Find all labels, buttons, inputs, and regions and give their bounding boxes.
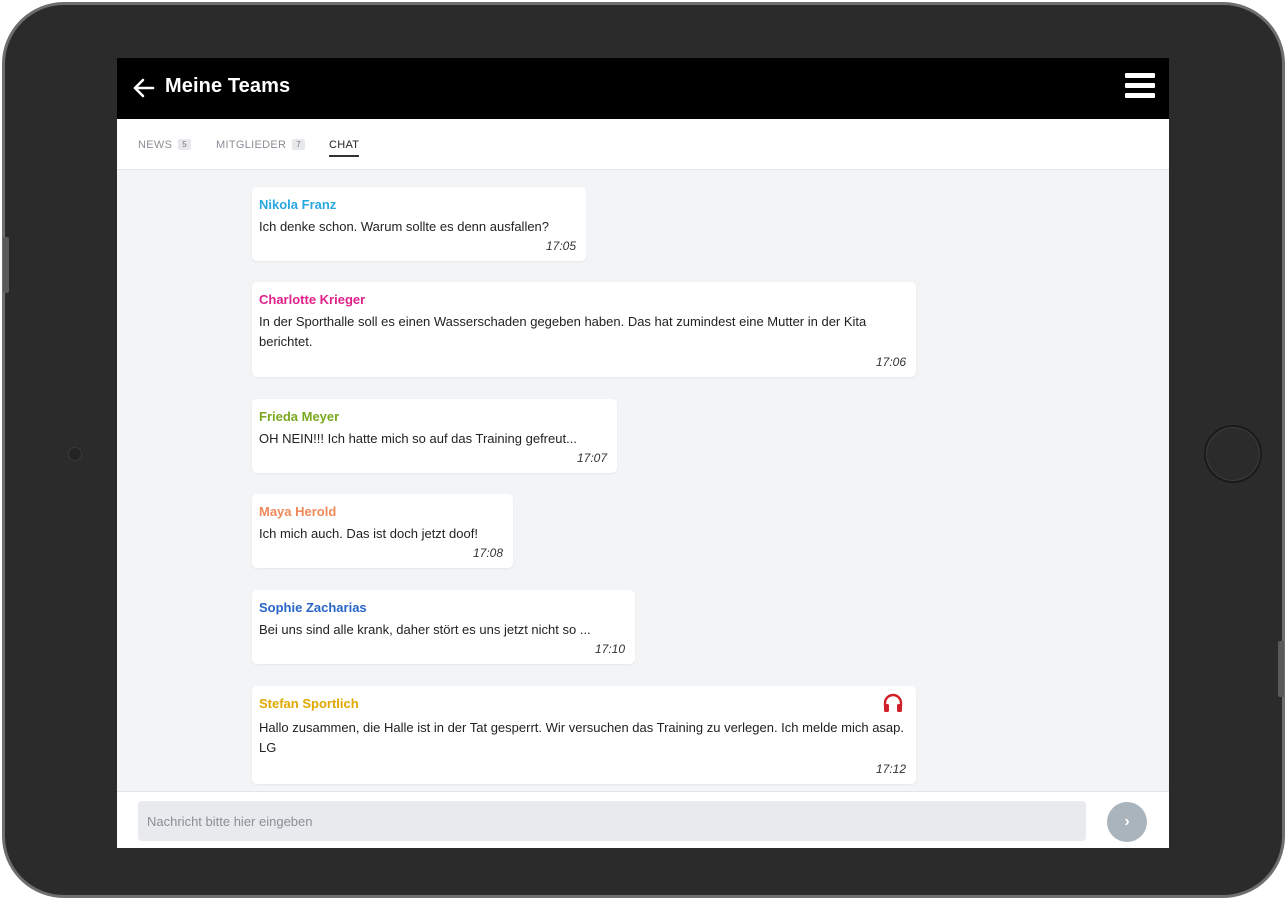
headset-icon — [883, 693, 903, 712]
message-time: 17:08 — [472, 546, 503, 560]
message-author: Maya Herold — [259, 504, 337, 519]
chat-message: Nikola Franz Ich denke schon. Warum soll… — [252, 187, 586, 261]
app-screen: Meine Teams NEWS 5 MITGLIEDER 7 CHAT Nikol… — [117, 58, 1169, 848]
members-count-badge: 7 — [292, 139, 305, 150]
hamburger-menu-icon[interactable] — [1125, 73, 1155, 103]
message-author: Nikola Franz — [259, 197, 337, 212]
message-text: OH NEIN!!! Ich hatte mich so auf das Tra… — [259, 431, 577, 446]
chat-message: Charlotte Krieger In der Sporthalle soll… — [252, 282, 916, 377]
tab-members[interactable]: MITGLIEDER 7 — [216, 139, 305, 151]
message-time: 17:10 — [594, 642, 625, 656]
chevron-right-icon: › — [1124, 813, 1130, 830]
chat-message: Sophie Zacharias Bei uns sind alle krank… — [252, 590, 635, 664]
chat-message: Maya Herold Ich mich auch. Das ist doch … — [252, 494, 513, 568]
send-button[interactable]: › — [1107, 802, 1147, 842]
tab-news[interactable]: NEWS 5 — [138, 139, 191, 151]
message-time: 17:05 — [545, 239, 576, 253]
message-time: 17:06 — [875, 355, 906, 369]
message-author: Sophie Zacharias — [259, 600, 367, 615]
message-text: Bei uns sind alle krank, daher stört es … — [259, 622, 591, 637]
volume-button — [3, 237, 9, 293]
message-text: Ich denke schon. Warum sollte es denn au… — [259, 219, 550, 234]
message-text: In der Sporthalle soll es einen Wassersc… — [259, 314, 867, 349]
message-time: 17:07 — [576, 451, 607, 465]
tab-label: NEWS — [138, 139, 173, 151]
tab-label: MITGLIEDER — [216, 139, 287, 151]
news-count-badge: 5 — [178, 139, 191, 150]
tab-bar: NEWS 5 MITGLIEDER 7 CHAT — [117, 119, 1169, 170]
tab-chat[interactable]: CHAT — [329, 139, 360, 157]
arrow-left-icon[interactable] — [133, 78, 155, 98]
page-title: Meine Teams — [165, 75, 291, 97]
message-author: Stefan Sportlich — [259, 696, 359, 711]
message-text: Ich mich auch. Das ist doch jetzt doof! — [259, 526, 478, 541]
chat-message: Stefan Sportlich Hallo zusammen, die Hal… — [252, 686, 916, 784]
message-composer: › — [117, 791, 1169, 848]
message-time: 17:12 — [875, 762, 906, 776]
message-text: Hallo zusammen, die Halle ist in der Tat… — [259, 720, 904, 755]
top-bar: Meine Teams — [117, 58, 1169, 119]
camera-icon — [68, 447, 82, 461]
message-author: Charlotte Krieger — [259, 292, 366, 307]
message-input[interactable] — [138, 801, 1086, 841]
home-button[interactable] — [1204, 425, 1262, 483]
side-button — [1278, 641, 1284, 697]
chat-message: Frieda Meyer OH NEIN!!! Ich hatte mich s… — [252, 399, 617, 473]
message-author: Frieda Meyer — [259, 409, 340, 424]
chat-message-list[interactable]: Nikola Franz Ich denke schon. Warum soll… — [117, 171, 1169, 791]
tab-label: CHAT — [329, 139, 360, 151]
